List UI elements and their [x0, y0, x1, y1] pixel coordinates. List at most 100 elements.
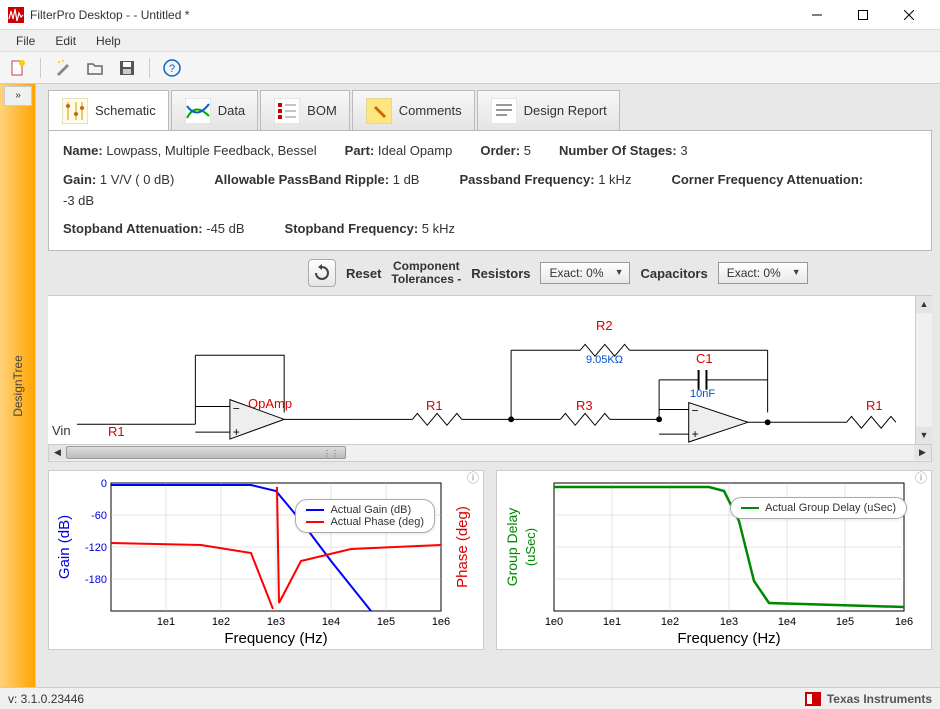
plot1-legend: Actual Gain (dB) Actual Phase (deg)	[295, 499, 435, 533]
titlebar: FilterPro Desktop - - Untitled *	[0, 0, 940, 30]
plot2-help-icon[interactable]: ⓘ	[915, 469, 927, 486]
scroll-left-icon[interactable]: ◀	[49, 445, 66, 460]
version-label: v: 3.1.0.23446	[8, 692, 84, 706]
legend-gain: Actual Gain (dB)	[330, 504, 411, 516]
ripple-value: 1 dB	[393, 172, 420, 187]
bom-icon	[273, 97, 301, 125]
legend-groupdelay: Actual Group Delay (uSec)	[765, 502, 896, 514]
sidebar-expand-button[interactable]: »	[4, 86, 32, 106]
data-icon	[184, 97, 212, 125]
schematic-vscroll[interactable]: ▲ ▼	[915, 296, 932, 444]
group-delay-plot[interactable]: ⓘ Group Delay (uSec) 1e01e11e21e31e41e51…	[496, 470, 932, 650]
schematic-hscroll[interactable]: ◀ ⋮⋮ ▶	[48, 445, 932, 462]
stopband-att-value: -45 dB	[206, 221, 244, 236]
ripple-label: Allowable PassBand Ripple:	[214, 172, 389, 187]
svg-text:1e6: 1e6	[432, 616, 450, 628]
resistors-label: Resistors	[471, 266, 530, 281]
svg-text:0: 0	[101, 478, 107, 490]
plot1-xlabel: Frequency (Hz)	[224, 630, 327, 647]
gain-label: Gain:	[63, 172, 96, 187]
maximize-button[interactable]	[840, 0, 886, 30]
capacitors-label: Capacitors	[640, 266, 707, 281]
svg-text:-120: -120	[85, 542, 107, 554]
report-icon	[490, 97, 518, 125]
svg-text:1e3: 1e3	[267, 616, 285, 628]
scroll-thumb[interactable]: ⋮⋮	[66, 446, 346, 459]
menu-file[interactable]: File	[6, 32, 45, 50]
toolbar: ?	[0, 52, 940, 84]
tab-comments[interactable]: Comments	[352, 90, 475, 130]
tolerances-label: ComponentTolerances -	[391, 260, 461, 286]
menu-help[interactable]: Help	[86, 32, 131, 50]
app-icon	[8, 7, 24, 23]
part-value: Ideal Opamp	[378, 143, 452, 158]
svg-text:−: −	[233, 402, 240, 416]
plot-row: ⓘ 0-60-120-180 Gain (dB) Phase (deg)	[48, 470, 932, 650]
toolbar-help-icon[interactable]: ?	[160, 56, 184, 80]
tab-schematic-label: Schematic	[95, 103, 156, 118]
sidebar: » DesignTree	[0, 84, 36, 687]
close-button[interactable]	[886, 0, 932, 30]
order-label: Order:	[480, 143, 520, 158]
tab-bom-label: BOM	[307, 103, 337, 118]
reset-button[interactable]	[308, 259, 336, 287]
brand-label: Texas Instruments	[805, 692, 932, 706]
main-panel: Schematic Data BOM Comments Design Repor…	[36, 84, 940, 687]
toolbar-new-icon[interactable]	[6, 56, 30, 80]
toolbar-save-icon[interactable]	[115, 56, 139, 80]
svg-text:1e2: 1e2	[661, 616, 679, 628]
tab-report-label: Design Report	[524, 103, 607, 118]
tab-data-label: Data	[218, 103, 245, 118]
tab-data[interactable]: Data	[171, 90, 258, 130]
stopband-att-label: Stopband Attenuation:	[63, 221, 203, 236]
schematic-icon	[61, 97, 89, 125]
svg-text:1e0: 1e0	[545, 616, 563, 628]
comp-r1-left: R1	[108, 424, 125, 439]
scroll-up-icon[interactable]: ▲	[916, 296, 932, 313]
menu-edit[interactable]: Edit	[45, 32, 86, 50]
resistors-dropdown[interactable]: Exact: 0%	[540, 262, 630, 284]
svg-text:Frequency (Hz): Frequency (Hz)	[677, 630, 780, 647]
gain-value: 1 V/V ( 0 dB)	[100, 172, 174, 187]
plot1-help-icon[interactable]: ⓘ	[467, 469, 479, 486]
svg-text:-60: -60	[91, 510, 107, 522]
svg-text:1e1: 1e1	[157, 616, 175, 628]
scroll-right-icon[interactable]: ▶	[914, 445, 931, 460]
capacitors-dropdown[interactable]: Exact: 0%	[718, 262, 808, 284]
svg-text:Group Delay: Group Delay	[504, 508, 520, 587]
svg-text:1e6: 1e6	[895, 616, 913, 628]
comp-c1: C1	[696, 351, 713, 366]
gain-phase-plot[interactable]: ⓘ 0-60-120-180 Gain (dB) Phase (deg)	[48, 470, 484, 650]
comp-r2-val: 9.05KΩ	[586, 354, 623, 366]
scroll-down-icon[interactable]: ▼	[916, 427, 932, 444]
svg-text:1e3: 1e3	[720, 616, 738, 628]
comp-r3: R3	[576, 398, 593, 413]
schematic-viewport[interactable]: − +	[48, 295, 932, 445]
sidebar-label[interactable]: DesignTree	[11, 355, 25, 417]
svg-text:+: +	[692, 427, 699, 441]
corner-value: -3 dB	[63, 191, 94, 212]
tab-report[interactable]: Design Report	[477, 90, 620, 130]
svg-text:?: ?	[169, 63, 175, 75]
stopband-freq-label: Stopband Frequency:	[285, 221, 419, 236]
stopband-freq-value: 5 kHz	[422, 221, 455, 236]
minimize-button[interactable]	[794, 0, 840, 30]
statusbar: v: 3.1.0.23446 Texas Instruments	[0, 687, 940, 709]
plot2-legend: Actual Group Delay (uSec)	[730, 497, 907, 519]
schematic-svg: − +	[48, 296, 915, 444]
passband-value: 1 kHz	[598, 172, 631, 187]
svg-text:−: −	[692, 404, 699, 418]
svg-text:1e5: 1e5	[836, 616, 854, 628]
toolbar-separator	[149, 58, 150, 78]
comments-icon	[365, 97, 393, 125]
comp-c1-val: 10nF	[690, 388, 715, 400]
comp-r2: R2	[596, 318, 613, 333]
tab-bom[interactable]: BOM	[260, 90, 350, 130]
vin-label: Vin	[52, 423, 71, 438]
toolbar-wizard-icon[interactable]	[51, 56, 75, 80]
menubar: File Edit Help	[0, 30, 940, 52]
toolbar-open-icon[interactable]	[83, 56, 107, 80]
tab-schematic[interactable]: Schematic	[48, 90, 169, 130]
svg-text:1e2: 1e2	[212, 616, 230, 628]
comp-r1a: R1	[426, 398, 443, 413]
